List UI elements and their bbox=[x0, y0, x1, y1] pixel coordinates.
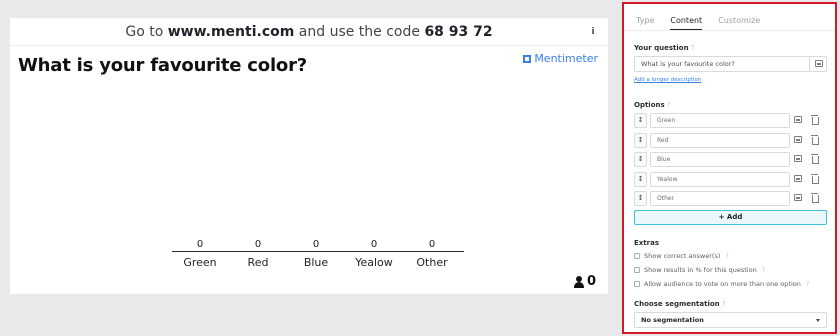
result-column: 0 Yealow bbox=[344, 239, 404, 269]
option-input[interactable]: Green bbox=[650, 113, 790, 128]
your-question-label: Your question? bbox=[634, 44, 694, 52]
option-input[interactable]: Other bbox=[650, 191, 790, 206]
result-count: 0 bbox=[428, 239, 436, 250]
mentimeter-logo-icon bbox=[523, 54, 532, 63]
option-image-icon[interactable] bbox=[794, 174, 802, 182]
result-label: Green bbox=[183, 256, 217, 269]
help-icon[interactable]: ? bbox=[806, 280, 809, 288]
option-row: ↕ Yealow bbox=[634, 171, 827, 187]
options-label-text: Options bbox=[634, 101, 665, 109]
trash-icon[interactable] bbox=[811, 154, 819, 164]
extra-label: Show results in % for this question bbox=[644, 266, 757, 274]
extra-label: Allow audience to vote on more than one … bbox=[644, 280, 801, 288]
chevron-down-icon bbox=[816, 319, 820, 322]
result-column: 0 Red bbox=[228, 239, 288, 269]
tab-customize[interactable]: Customize bbox=[718, 16, 760, 30]
result-column: 0 Other bbox=[402, 239, 462, 269]
drag-handle-icon[interactable]: ↕ bbox=[634, 113, 647, 128]
edit-panel: Type Content Customize Your question? Wh… bbox=[622, 2, 837, 334]
voter-count: 0 bbox=[573, 274, 596, 289]
join-code-bar: Go to www.menti.com and use the code 68 … bbox=[10, 18, 608, 46]
result-count: 0 bbox=[312, 239, 320, 250]
option-image-icon[interactable] bbox=[794, 155, 802, 162]
tab-type[interactable]: Type bbox=[636, 16, 654, 30]
option-row: ↕ Other bbox=[634, 191, 827, 206]
join-url[interactable]: www.menti.com bbox=[168, 24, 295, 40]
extra-label: Show correct answer(s) bbox=[644, 252, 721, 260]
result-count: 0 bbox=[254, 239, 262, 250]
tab-content[interactable]: Content bbox=[670, 16, 703, 30]
trash-icon[interactable] bbox=[811, 115, 819, 125]
trash-icon[interactable] bbox=[811, 193, 819, 203]
result-label: Yealow bbox=[355, 256, 393, 269]
join-mid-text: and use the code bbox=[294, 24, 425, 40]
drag-handle-icon[interactable]: ↕ bbox=[634, 132, 647, 148]
brand-name: Mentimeter bbox=[534, 52, 598, 65]
extra-show-correct-answers[interactable]: Show correct answer(s)? bbox=[634, 252, 729, 260]
result-label: Blue bbox=[303, 256, 329, 269]
option-input[interactable]: Blue bbox=[650, 152, 790, 167]
option-row: ↕ Green bbox=[634, 113, 827, 128]
segmentation-value: No segmentation bbox=[641, 316, 704, 324]
result-column: 0 Blue bbox=[286, 239, 346, 269]
option-image-icon[interactable] bbox=[794, 116, 802, 123]
option-input[interactable]: Yealow bbox=[650, 171, 790, 187]
help-icon[interactable]: ? bbox=[691, 44, 695, 52]
slide-preview: Go to www.menti.com and use the code 68 … bbox=[10, 18, 608, 294]
question-input-value: What is your favourite color? bbox=[641, 60, 735, 68]
option-row: ↕ Blue bbox=[634, 152, 827, 167]
segmentation-select[interactable]: No segmentation bbox=[634, 312, 827, 328]
input-divider bbox=[809, 57, 810, 71]
result-column: 0 Green bbox=[170, 239, 230, 269]
slide-question-title: What is your favourite color? bbox=[18, 55, 308, 76]
result-label: Other bbox=[416, 256, 448, 269]
help-icon[interactable]: ? bbox=[722, 300, 726, 308]
add-longer-description-link[interactable]: Add a longer description bbox=[634, 77, 701, 83]
option-image-icon[interactable] bbox=[794, 135, 802, 143]
options-label: Options? bbox=[634, 101, 670, 109]
help-icon[interactable]: ? bbox=[762, 266, 765, 274]
drag-handle-icon[interactable]: ↕ bbox=[634, 191, 647, 206]
extras-label: Extras bbox=[634, 239, 659, 247]
checkbox[interactable] bbox=[634, 267, 640, 273]
mentimeter-brand: Mentimeter bbox=[523, 52, 598, 65]
drag-handle-icon[interactable]: ↕ bbox=[634, 171, 647, 187]
result-label: Red bbox=[247, 256, 269, 269]
join-prefix: Go to bbox=[125, 24, 168, 40]
add-option-button[interactable]: + Add bbox=[634, 210, 827, 225]
join-instructions: Go to www.menti.com and use the code 68 … bbox=[10, 24, 608, 40]
option-input[interactable]: Red bbox=[650, 132, 790, 148]
help-icon[interactable]: ? bbox=[667, 101, 671, 109]
your-question-label-text: Your question bbox=[634, 44, 689, 52]
extra-show-results-percent[interactable]: Show results in % for this question? bbox=[634, 266, 765, 274]
info-icon[interactable]: i bbox=[587, 26, 599, 38]
trash-icon[interactable] bbox=[811, 173, 819, 184]
question-input[interactable]: What is your favourite color? bbox=[634, 56, 827, 72]
checkbox[interactable] bbox=[634, 253, 640, 259]
join-code: 68 93 72 bbox=[424, 24, 493, 40]
result-count: 0 bbox=[196, 239, 204, 250]
extra-allow-multiple-votes[interactable]: Allow audience to vote on more than one … bbox=[634, 280, 809, 288]
segmentation-label: Choose segmentation? bbox=[634, 300, 725, 308]
checkbox[interactable] bbox=[634, 281, 640, 287]
trash-icon[interactable] bbox=[811, 134, 819, 145]
user-icon bbox=[573, 275, 584, 288]
help-icon[interactable]: ? bbox=[725, 252, 728, 260]
voter-count-value: 0 bbox=[586, 274, 596, 289]
question-image-icon[interactable] bbox=[815, 60, 823, 67]
drag-handle-icon[interactable]: ↕ bbox=[634, 152, 647, 167]
panel-tabs: Type Content Customize bbox=[636, 16, 760, 30]
option-row: ↕ Red bbox=[634, 132, 827, 148]
option-image-icon[interactable] bbox=[794, 194, 802, 201]
segmentation-label-text: Choose segmentation bbox=[634, 300, 720, 308]
tabs-divider bbox=[624, 30, 835, 31]
result-count: 0 bbox=[370, 239, 378, 250]
